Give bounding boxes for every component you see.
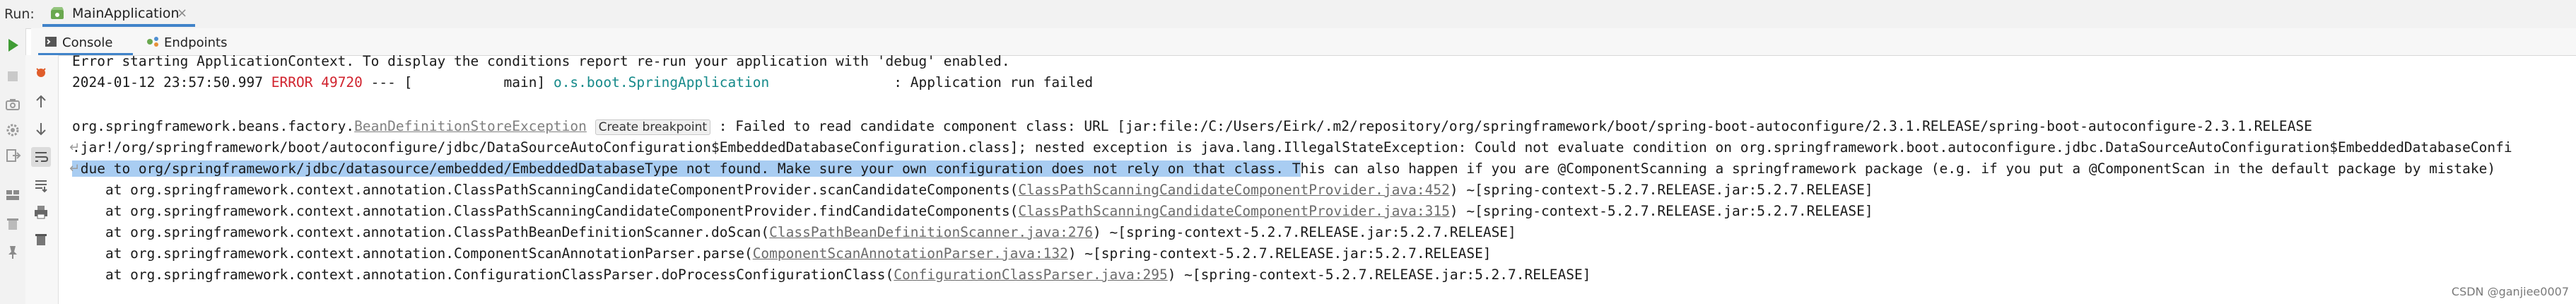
stack-frame: at org.springframework.context.annotatio… — [72, 243, 1492, 264]
tab-console-label: Console — [62, 35, 113, 50]
wrap-indicator-icon: ↵ — [69, 140, 81, 155]
stack-frame: at org.springframework.context.annotatio… — [72, 180, 1873, 201]
soft-wrap-icon[interactable] — [31, 147, 51, 167]
trash-icon[interactable] — [3, 214, 23, 233]
layout-icon[interactable] — [3, 185, 23, 205]
tab-endpoints-label: Endpoints — [164, 35, 228, 50]
log-message: : Application run failed — [769, 74, 1094, 90]
down-arrow-icon[interactable] — [31, 119, 51, 139]
stack-frame-link[interactable]: ClassPathScanningCandidateComponentProvi… — [1018, 203, 1449, 219]
console-line-wrapped: ↵ .jar!/org/springframework/boot/autoconf… — [69, 137, 2512, 158]
console-line-selected: ↵ due to org/springframework/jdbc/dataso… — [69, 158, 2496, 180]
log-pid: 49720 — [312, 74, 363, 90]
stack-frame-method: at org.springframework.context.annotatio… — [72, 203, 1019, 219]
stack-frame-method: at org.springframework.context.annotatio… — [72, 224, 770, 240]
unselected-text: his can also happen if you are @Componen… — [1300, 160, 2496, 177]
run-label: Run: — [4, 6, 35, 22]
console-line-error: 2024-01-12 23:57:50.997 ERROR 49720 --- … — [72, 72, 1093, 93]
up-arrow-icon[interactable] — [31, 92, 51, 112]
watermark: CSDN @ganjiee0007 — [2451, 285, 2569, 298]
clear-all-icon[interactable] — [31, 229, 51, 249]
stack-frame-link[interactable]: ClassPathScanningCandidateComponentProvi… — [1018, 182, 1449, 198]
console-line: Error starting ApplicationContext. To di… — [72, 53, 1010, 69]
exception-prefix: org.springframework.beans.factory. — [72, 118, 355, 134]
stack-frame-method: at org.springframework.context.annotatio… — [72, 267, 894, 283]
run-tab-mainapplication[interactable]: MainApplication × — [42, 0, 195, 27]
scroll-to-end-icon[interactable] — [31, 175, 51, 195]
exception-class-link[interactable]: BeanDefinitionStoreException — [354, 118, 587, 134]
stack-frame-link[interactable]: ClassPathBeanDefinitionScanner.java:276 — [769, 224, 1093, 240]
stack-frame: at org.springframework.context.annotatio… — [72, 264, 1591, 286]
stack-frame: at org.springframework.context.annotatio… — [72, 222, 1516, 243]
wrapped-text: .jar!/org/springframework/boot/autoconfi… — [72, 139, 2512, 156]
stack-frame-jar: ) ~[spring-context-5.2.7.RELEASE.jar:5.2… — [1449, 182, 1873, 198]
stack-frame-jar: ) ~[spring-context-5.2.7.RELEASE.jar:5.2… — [1067, 245, 1492, 262]
stack-frame-method: at org.springframework.context.annotatio… — [72, 182, 1019, 198]
console-output[interactable]: Error starting ApplicationContext. To di… — [59, 51, 2576, 304]
debug-icon[interactable] — [31, 62, 51, 82]
stack-frame-jar: ) ~[spring-context-5.2.7.RELEASE.jar:5.2… — [1449, 203, 1873, 219]
stack-frame-link[interactable]: ConfigurationClassParser.java:295 — [894, 267, 1167, 283]
create-breakpoint-button[interactable]: Create breakpoint — [595, 119, 711, 135]
pin-icon[interactable] — [3, 242, 23, 262]
close-icon[interactable]: × — [177, 6, 187, 21]
endpoints-icon — [146, 35, 160, 49]
stop-icon[interactable] — [3, 66, 23, 86]
console-line-exception: org.springframework.beans.factory.BeanDe… — [72, 116, 2312, 137]
run-actions-toolbar — [0, 28, 26, 304]
log-thread: --- [ main] — [362, 74, 554, 90]
exit-icon[interactable] — [3, 146, 23, 165]
log-level: ERROR — [271, 74, 313, 90]
console-icon — [44, 35, 58, 49]
selected-text: due to org/springframework/jdbc/datasour… — [72, 160, 1301, 177]
run-tab-label: MainApplication — [72, 6, 180, 21]
run-toolbar: Run: MainApplication × — [0, 0, 2576, 29]
rerun-icon[interactable] — [3, 35, 23, 55]
stack-frame-link[interactable]: ComponentScanAnnotationParser.java:132 — [753, 245, 1068, 262]
log-logger: o.s.boot.SpringApplication — [553, 74, 770, 90]
wrap-indicator-icon: ↵ — [69, 161, 81, 176]
exception-message: : Failed to read candidate component cla… — [710, 118, 2312, 134]
spring-app-icon — [49, 6, 66, 21]
settings-icon[interactable] — [3, 120, 23, 140]
log-timestamp: 2024-01-12 23:57:50.997 — [72, 74, 271, 90]
stack-frame-jar: ) ~[spring-context-5.2.7.RELEASE.jar:5.2… — [1167, 267, 1591, 283]
stack-frame-jar: ) ~[spring-context-5.2.7.RELEASE.jar:5.2… — [1093, 224, 1516, 240]
console-actions-toolbar — [25, 55, 59, 304]
camera-icon[interactable] — [3, 95, 23, 115]
stack-frame: at org.springframework.context.annotatio… — [72, 201, 1873, 222]
print-icon[interactable] — [31, 202, 51, 222]
stack-frame-method: at org.springframework.context.annotatio… — [72, 245, 753, 262]
